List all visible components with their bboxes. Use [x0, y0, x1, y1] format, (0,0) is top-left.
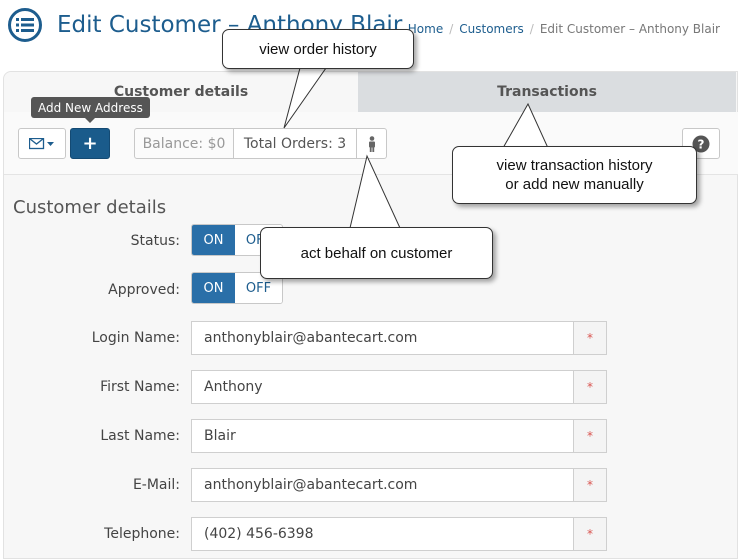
callout-act-behalf: act behalf on customer — [260, 227, 493, 279]
callout-transactions: view transaction history or add new manu… — [452, 146, 697, 204]
transactions-pointer — [502, 102, 549, 149]
act-behalf-pointer — [349, 154, 401, 229]
order-history-pointer — [283, 67, 327, 129]
callout-pointers — [283, 67, 549, 229]
callout-order-history: view order history — [222, 29, 414, 69]
